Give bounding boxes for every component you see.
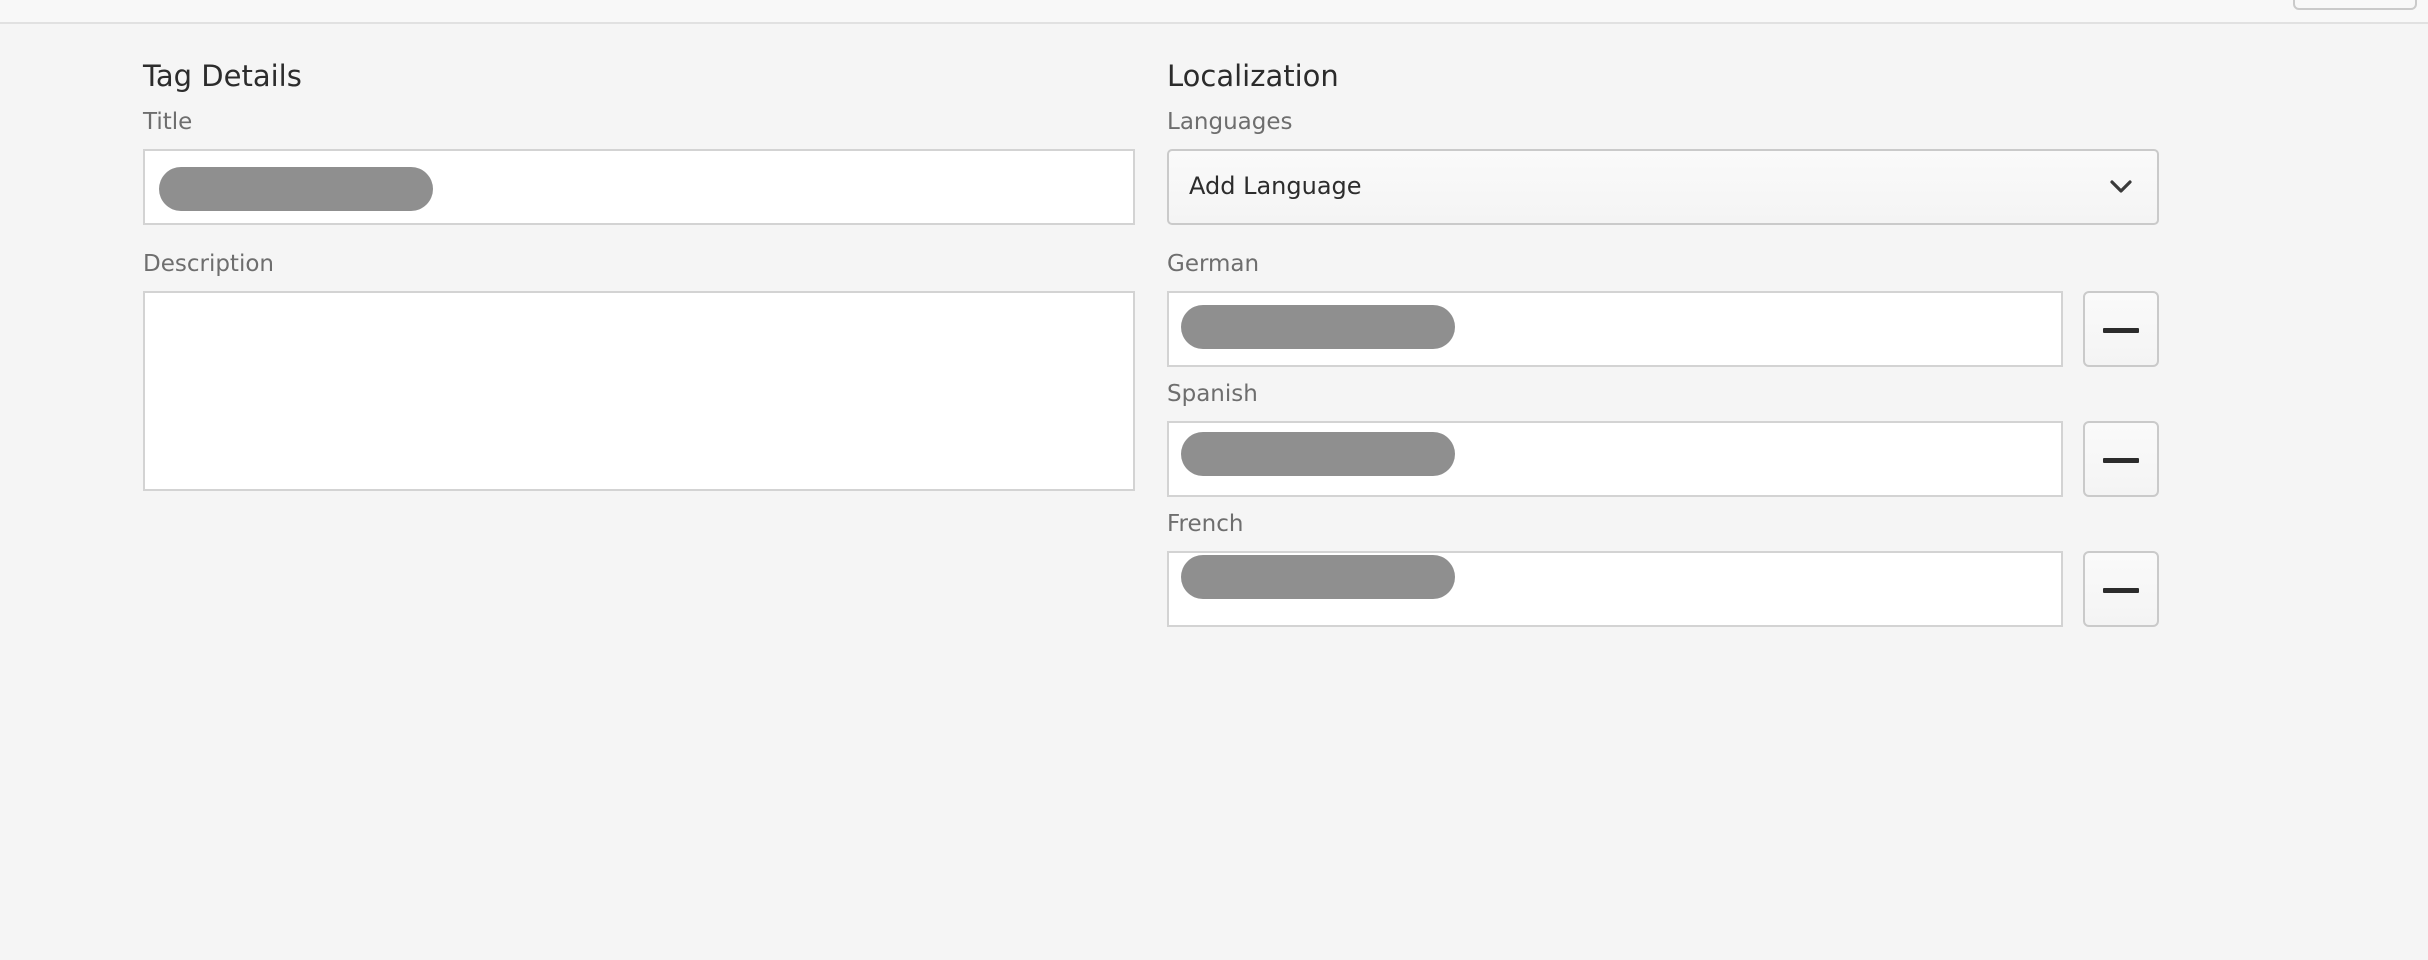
- language-label-german: German: [1167, 251, 1260, 277]
- top-toolbar: [0, 0, 2428, 24]
- remove-german-button[interactable]: [2083, 291, 2159, 367]
- minus-icon: [2103, 328, 2139, 333]
- languages-label: Languages: [1167, 109, 1293, 135]
- toolbar-button[interactable]: [2293, 0, 2417, 10]
- localization-heading: Localization: [1167, 59, 1339, 93]
- add-language-select[interactable]: Add Language: [1167, 149, 2159, 225]
- chevron-down-icon: [2110, 180, 2132, 193]
- spanish-translation-input[interactable]: [1167, 421, 2063, 497]
- language-label-spanish: Spanish: [1167, 381, 1258, 407]
- title-input[interactable]: [143, 149, 1135, 225]
- remove-spanish-button[interactable]: [2083, 421, 2159, 497]
- minus-icon: [2103, 588, 2139, 593]
- remove-french-button[interactable]: [2083, 551, 2159, 627]
- description-label: Description: [143, 251, 274, 277]
- add-language-value: Add Language: [1189, 172, 1362, 200]
- redacted-german-value: [1181, 305, 1455, 349]
- redacted-title-value: [159, 167, 433, 211]
- language-label-french: French: [1167, 511, 1244, 537]
- redacted-spanish-value: [1181, 432, 1455, 476]
- minus-icon: [2103, 458, 2139, 463]
- redacted-french-value: [1181, 555, 1455, 599]
- title-label: Title: [143, 109, 193, 135]
- german-translation-input[interactable]: [1167, 291, 2063, 367]
- description-textarea[interactable]: [143, 291, 1135, 491]
- tag-details-heading: Tag Details: [143, 59, 302, 93]
- french-translation-input[interactable]: [1167, 551, 2063, 627]
